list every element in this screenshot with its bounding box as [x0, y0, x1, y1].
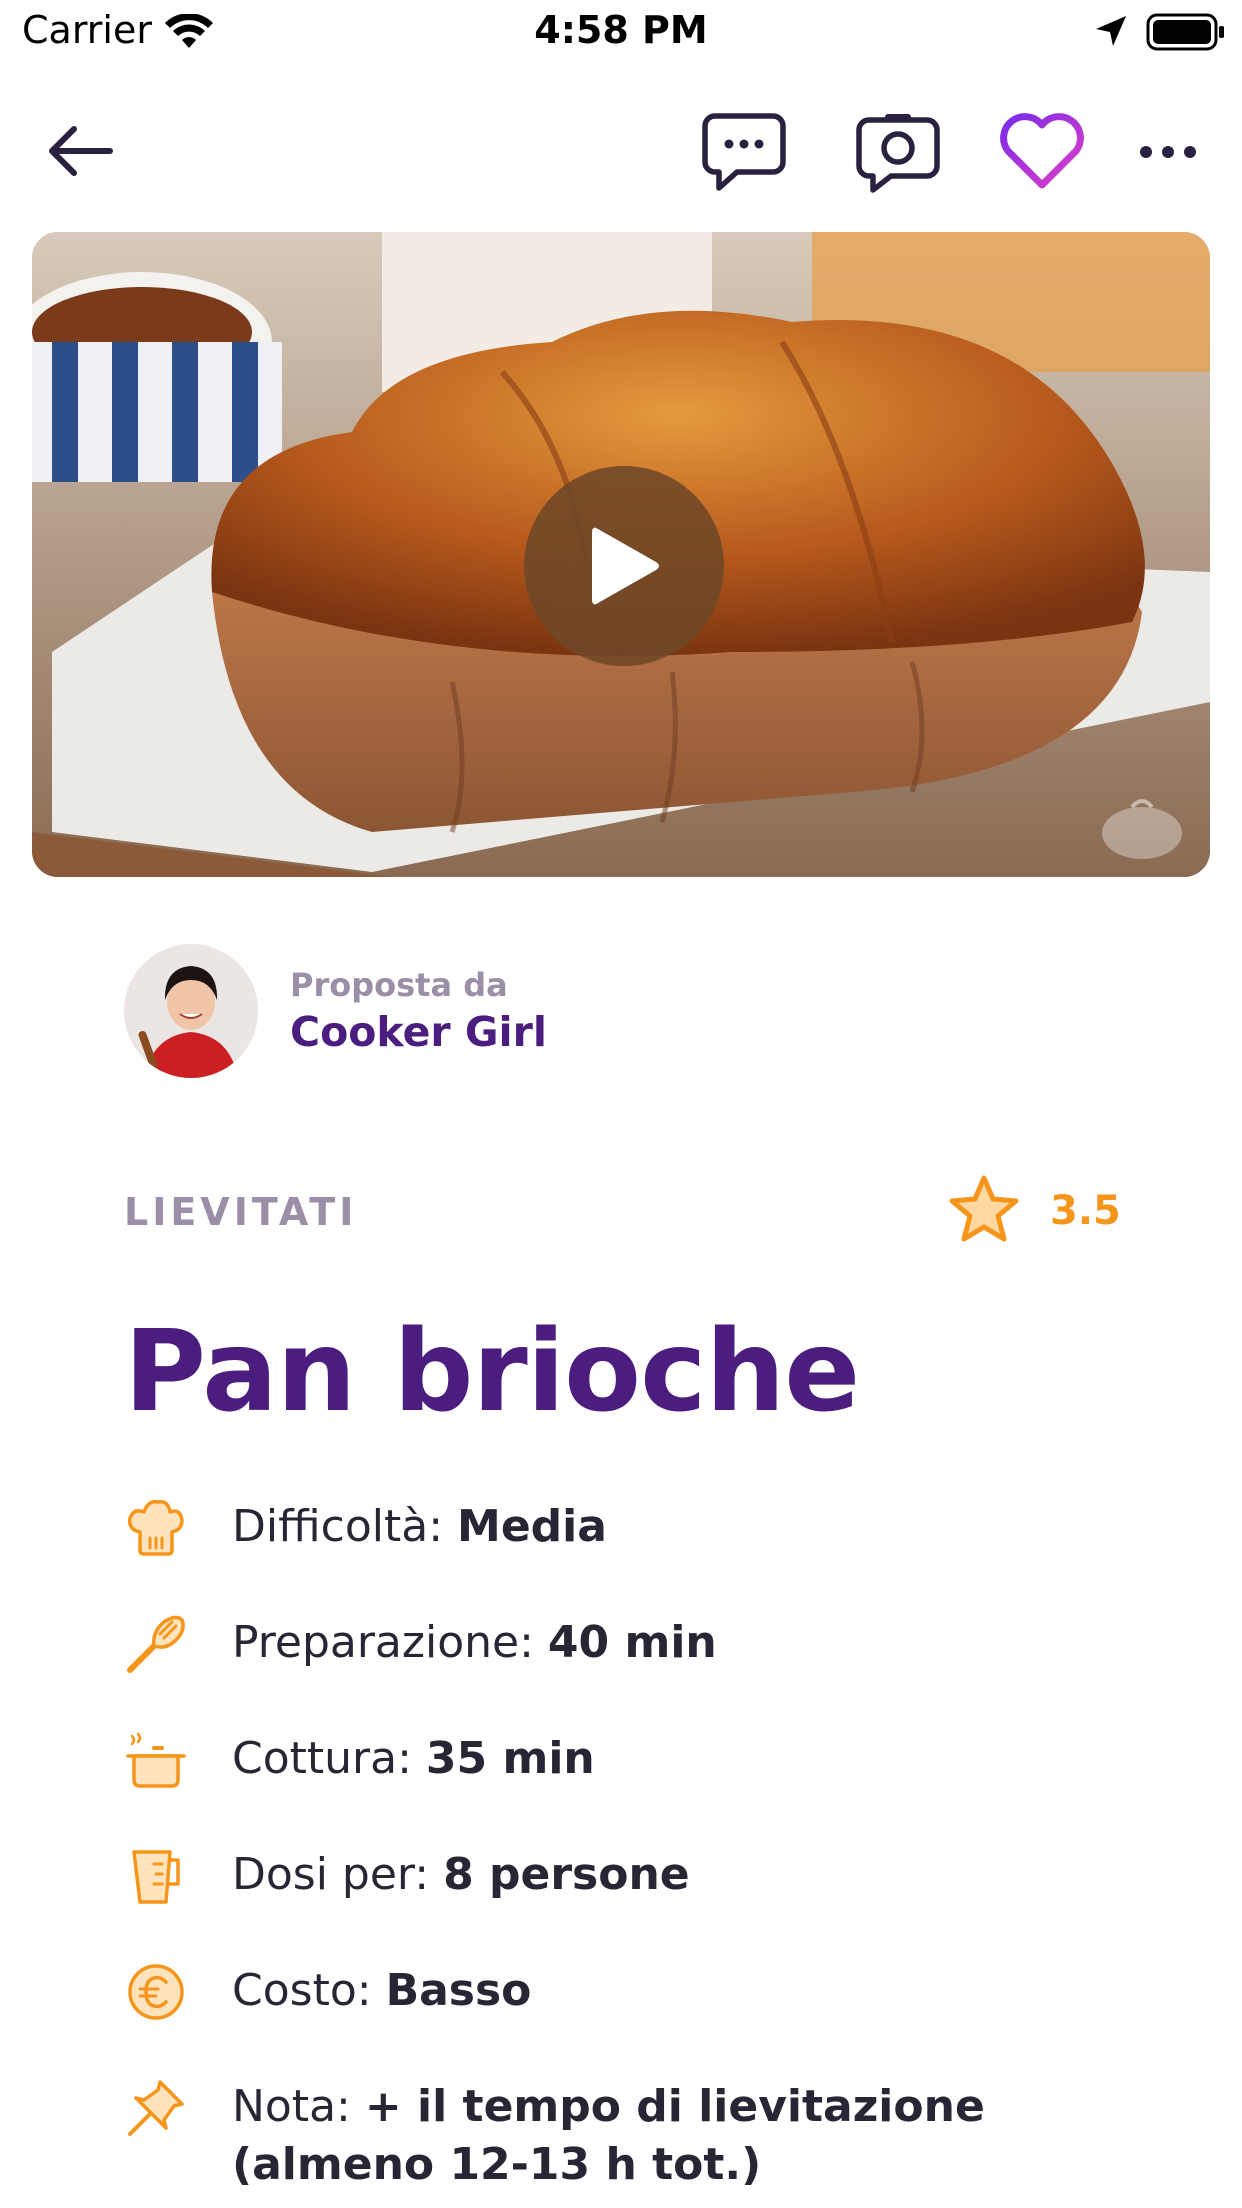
detail-note: Nota: + il tempo di lievitazione (almeno… [124, 2072, 1204, 2208]
detail-label: Costo: [232, 1965, 372, 2016]
proposed-by-label: Proposta da [290, 966, 508, 1004]
navigation-bar [0, 90, 1242, 210]
chat-bubble-icon [702, 113, 786, 191]
recipe-screen: Carrier 4:58 PM Proposta da Cooker Girl … [0, 0, 1242, 2208]
detail-label: Preparazione: [232, 1617, 534, 1668]
camera-button[interactable] [850, 104, 946, 200]
detail-value: 40 min [547, 1617, 717, 1668]
rating-value: 3.5 [1050, 1188, 1121, 1234]
recipe-details-list: Difficoltà: Media Preparazione: 40 min C… [124, 1492, 1204, 2208]
detail-preparation: Preparazione: 40 min [124, 1608, 1204, 1724]
comments-button[interactable] [696, 104, 792, 200]
status-bar: Carrier 4:58 PM [0, 0, 1242, 66]
author-section[interactable]: Proposta da Cooker Girl [124, 944, 924, 1078]
heart-icon [1000, 113, 1084, 189]
recipe-category[interactable]: LIEVITATI [124, 1190, 357, 1234]
ellipsis-icon [1140, 146, 1196, 158]
gz-logo-watermark [1102, 799, 1182, 859]
detail-value: 35 min [425, 1733, 595, 1784]
detail-label: Cottura: [232, 1733, 412, 1784]
camera-icon [856, 114, 940, 193]
favorite-button[interactable] [994, 104, 1090, 200]
detail-value: 8 persone [443, 1849, 690, 1900]
location-arrow-icon [1096, 16, 1126, 46]
spatula-icon [127, 1615, 185, 1673]
more-options-button[interactable] [1120, 104, 1216, 200]
star-icon [949, 1175, 1019, 1242]
detail-label: Difficoltà: [232, 1501, 444, 1552]
play-video-button[interactable] [524, 466, 724, 666]
author-avatar-image [124, 944, 258, 1078]
play-icon [592, 527, 659, 605]
author-avatar[interactable] [124, 944, 258, 1078]
author-name-link[interactable]: Cooker Girl [290, 1008, 547, 1056]
measuring-jug-icon [132, 1850, 180, 1904]
recipe-video-thumbnail[interactable] [32, 232, 1210, 877]
detail-label: Nota: [232, 2081, 351, 2132]
detail-difficulty: Difficoltà: Media [124, 1492, 1204, 1608]
chef-hat-icon [127, 1499, 184, 1556]
battery-icon [1146, 13, 1224, 51]
detail-label: Dosi per: [232, 1849, 430, 1900]
detail-cost: Costo: Basso [124, 1956, 1204, 2072]
back-button[interactable] [30, 108, 130, 194]
euro-icon [128, 1964, 184, 2020]
rating[interactable]: 3.5 [946, 1172, 1146, 1252]
detail-cooking: Cottura: 35 min [124, 1724, 1204, 1840]
recipe-title: Pan brioche [124, 1307, 860, 1437]
cooking-pot-icon [126, 1732, 186, 1788]
pin-icon [128, 2080, 184, 2136]
detail-servings: Dosi per: 8 persone [124, 1840, 1204, 1956]
detail-value: Media [457, 1501, 607, 1552]
arrow-left-icon [49, 126, 113, 176]
detail-value: Basso [385, 1965, 532, 2016]
status-time: 4:58 PM [534, 8, 708, 52]
